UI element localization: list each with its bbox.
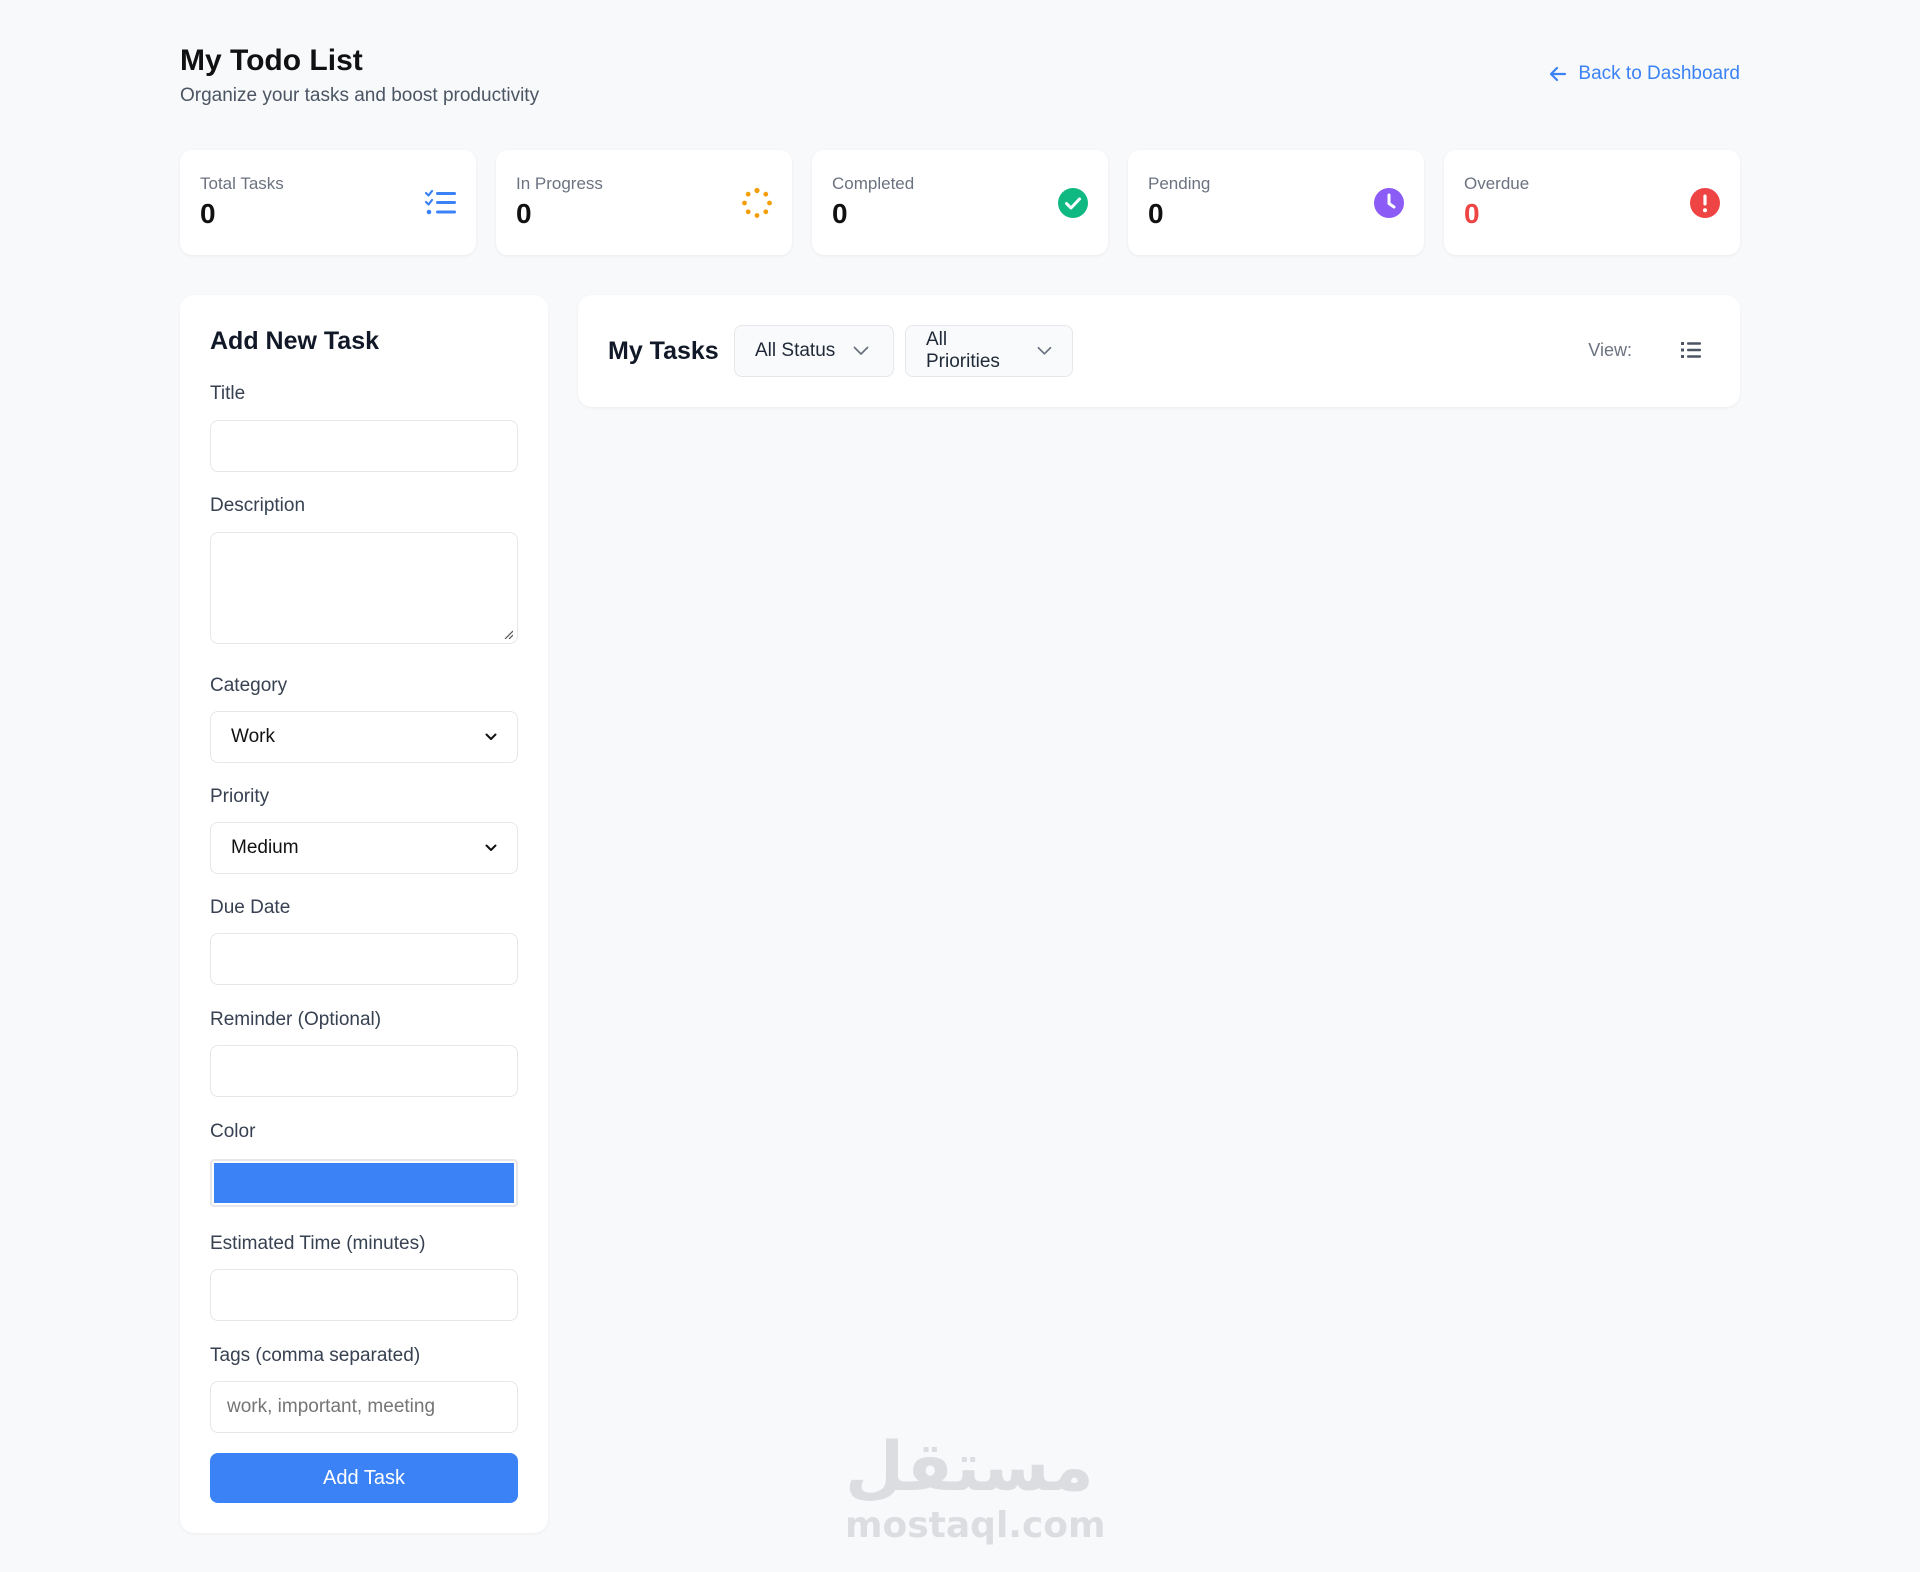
stat-value: 0 — [200, 198, 216, 229]
stat-value: 0 — [1464, 198, 1480, 229]
stat-card-overdue: Overdue 0 — [1444, 150, 1740, 255]
stat-label: Total Tasks — [200, 174, 284, 193]
tags-input[interactable] — [210, 1381, 518, 1433]
watermark: مستقل mostaql.com — [845, 1428, 1106, 1546]
clock-icon — [1372, 186, 1406, 220]
tasks-panel: My Tasks All Status All Priorities View: — [578, 295, 1740, 407]
resize-handle-icon[interactable] — [503, 629, 513, 639]
reminder-label: Reminder (Optional) — [210, 1009, 382, 1030]
page-subtitle: Organize your tasks and boost productivi… — [180, 85, 540, 106]
back-to-dashboard-link[interactable]: Back to Dashboard — [1548, 63, 1740, 85]
color-picker[interactable] — [210, 1159, 518, 1207]
back-link-label: Back to Dashboard — [1578, 63, 1740, 84]
list-icon — [1681, 342, 1701, 358]
due-date-label: Due Date — [210, 897, 291, 918]
priority-filter-value: All Priorities — [926, 329, 1000, 372]
priority-label: Priority — [210, 786, 270, 807]
category-select-value: Work — [231, 726, 275, 747]
exclamation-circle-icon — [1688, 186, 1722, 220]
check-circle-icon — [1056, 186, 1090, 220]
watermark-latin: mostaql.com — [845, 1505, 1106, 1546]
title-input[interactable] — [210, 420, 518, 472]
status-filter-value: All Status — [755, 340, 836, 361]
status-filter-select[interactable]: All Status — [734, 325, 894, 377]
stat-value: 0 — [832, 198, 848, 229]
category-label: Category — [210, 675, 288, 696]
stat-card-completed: Completed 0 — [812, 150, 1108, 255]
stat-card-in-progress: In Progress 0 — [496, 150, 792, 255]
chevron-down-icon — [485, 733, 497, 740]
stat-label: Pending — [1148, 174, 1211, 193]
checklist-icon — [424, 186, 458, 220]
priority-select[interactable]: Medium — [210, 822, 518, 874]
add-task-button[interactable]: Add Task — [210, 1453, 518, 1503]
priority-filter-select[interactable]: All Priorities — [905, 325, 1073, 377]
stats-row: Total Tasks 0 In Progress 0 Completed 0 … — [180, 150, 1740, 255]
chevron-down-icon — [853, 346, 869, 355]
chevron-down-icon — [1037, 346, 1052, 355]
title-label: Title — [210, 383, 246, 404]
page-header: My Todo List Organize your tasks and boo… — [180, 0, 1740, 150]
view-label: View: — [1588, 340, 1632, 360]
arrow-left-icon — [1550, 66, 1567, 82]
app-container: My Todo List Organize your tasks and boo… — [180, 0, 1740, 1533]
estimated-time-label: Estimated Time (minutes) — [210, 1233, 426, 1254]
add-task-panel: Add New Task Title Description Category … — [180, 295, 548, 1533]
due-date-input[interactable] — [210, 933, 518, 985]
stat-value: 0 — [516, 198, 532, 229]
stat-card-pending: Pending 0 — [1128, 150, 1424, 255]
stat-value: 0 — [1148, 198, 1164, 229]
stat-label: Overdue — [1464, 174, 1530, 193]
stat-card-total: Total Tasks 0 — [180, 150, 476, 255]
page-title: My Todo List — [180, 44, 363, 77]
description-textarea[interactable] — [210, 532, 518, 644]
add-task-title: Add New Task — [210, 327, 380, 355]
list-view-button[interactable] — [1676, 335, 1706, 365]
color-picker-swatch — [214, 1163, 514, 1203]
estimated-time-input[interactable] — [210, 1269, 518, 1321]
stat-label: Completed — [832, 174, 915, 193]
priority-select-value: Medium — [231, 837, 299, 858]
description-label: Description — [210, 495, 306, 516]
category-select[interactable]: Work — [210, 711, 518, 763]
watermark-arabic: مستقل — [845, 1428, 1094, 1507]
stat-label: In Progress — [516, 174, 603, 193]
chevron-down-icon — [485, 844, 497, 851]
spinner-icon — [740, 186, 774, 220]
tasks-title: My Tasks — [608, 337, 719, 365]
color-label: Color — [210, 1121, 256, 1142]
reminder-input[interactable] — [210, 1045, 518, 1097]
tags-label: Tags (comma separated) — [210, 1345, 421, 1366]
